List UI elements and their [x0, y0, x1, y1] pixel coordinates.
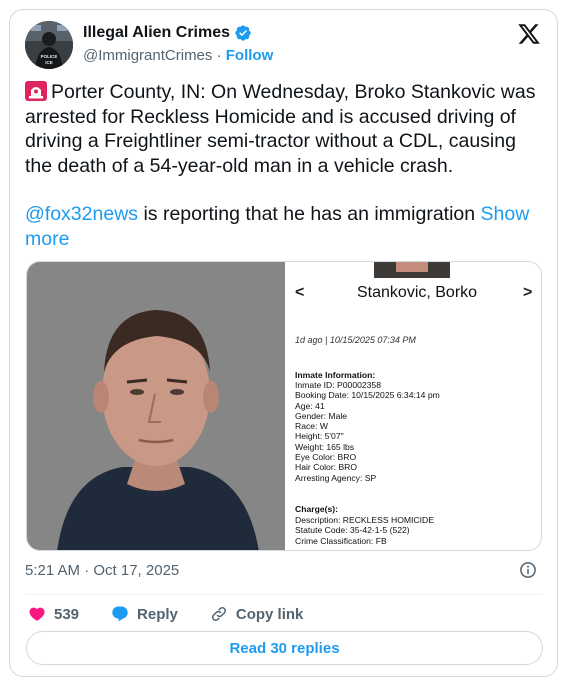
author-display-name[interactable]: Illegal Alien Crimes: [83, 24, 230, 42]
inmate-line: Weight: 165 lbs: [295, 441, 355, 452]
record-next-arrow: >: [523, 284, 533, 301]
charges-heading: Charge(s):: [295, 504, 338, 514]
like-count: 539: [54, 605, 80, 623]
tweet-paragraph-2: @fox32news is reporting that he has an i…: [25, 202, 545, 251]
inmate-line: Hair Color: BRO: [295, 462, 358, 473]
read-replies-button[interactable]: Read 30 replies: [26, 631, 543, 665]
tweet-card: POLICE ICE Illegal Alien Crimes @Immigra…: [9, 9, 558, 677]
divider: [26, 594, 543, 595]
mention-link[interactable]: @fox32news: [25, 203, 138, 225]
inmate-line: Eye Color: BRO: [295, 452, 357, 463]
inmate-info-heading: Inmate Information:: [295, 370, 376, 380]
profile-avatar[interactable]: POLICE ICE: [25, 21, 73, 69]
reply-button[interactable]: Reply: [111, 605, 178, 623]
heart-icon: [29, 607, 45, 621]
avatar-image: POLICE ICE: [25, 21, 73, 69]
media-attachment[interactable]: < Stankovic, Borko > 1d ago | 10/15/2025…: [26, 261, 542, 551]
inmate-line: Gender: Male: [295, 410, 348, 421]
inmate-line: Height: 5'07": [295, 431, 344, 442]
author-name-row: Illegal Alien Crimes: [83, 24, 252, 42]
record-photo-strip: [374, 262, 450, 278]
reply-bubble-icon: [112, 606, 128, 622]
tweet-text-line2: is reporting that he has an immigration: [138, 203, 481, 225]
reply-label: Reply: [137, 605, 178, 623]
follow-button[interactable]: Follow: [226, 47, 274, 64]
charge-line: Description: RECKLESS HOMICIDE: [295, 515, 434, 525]
author-handle[interactable]: @ImmigrantCrimes: [83, 47, 212, 64]
link-icon: [211, 606, 226, 622]
record-prev-arrow: <: [295, 284, 305, 301]
inmate-line: Booking Date: 10/15/2025 6:34:14 pm: [295, 390, 440, 401]
charge-line: Statute Code: 35-42-1-5 (522): [295, 525, 410, 536]
copy-link-button[interactable]: Copy link: [210, 605, 304, 623]
inmate-line: Inmate ID: P00002358: [295, 380, 381, 390]
separator-dot: ·: [216, 47, 222, 64]
tweet-body: Porter County, IN: On Wednesday, Broko S…: [25, 80, 545, 251]
charge-line: Crime Classification: FB: [295, 535, 387, 546]
inmate-info-lines: Inmate ID: P00002358 Booking Date: 10/15…: [295, 380, 440, 483]
tweet-timestamp[interactable]: 5:21 AM · Oct 17, 2025: [25, 562, 179, 579]
record-meta: 1d ago | 10/15/2025 07:34 PM: [295, 335, 416, 345]
inmate-line: Arresting Agency: SP: [295, 472, 377, 483]
charge-lines: Description: RECKLESS HOMICIDE Statute C…: [295, 515, 434, 546]
x-logo-icon[interactable]: [517, 22, 541, 46]
like-button[interactable]: 539: [28, 605, 79, 623]
inmate-line: Race: W: [295, 421, 328, 432]
tweet-paragraph-1: Porter County, IN: On Wednesday, Broko S…: [25, 80, 545, 178]
siren-icon: [25, 81, 47, 101]
copy-link-label: Copy link: [235, 605, 304, 623]
inmate-line: Age: 41: [295, 400, 325, 411]
inmate-record-screenshot: < Stankovic, Borko > 1d ago | 10/15/2025…: [285, 262, 541, 550]
mugshot-photo[interactable]: [27, 262, 285, 551]
tweet-text-line1: Porter County, IN: On Wednesday, Broko S…: [25, 81, 536, 177]
action-bar: 539 Reply Copy link: [28, 603, 335, 625]
author-handle-row: @ImmigrantCrimes · Follow: [83, 47, 273, 64]
svg-text:ICE: ICE: [45, 60, 53, 65]
svg-text:POLICE: POLICE: [41, 54, 58, 59]
record-title: Stankovic, Borko: [357, 284, 478, 301]
info-icon[interactable]: [519, 561, 537, 579]
verified-badge-icon: [235, 25, 251, 41]
